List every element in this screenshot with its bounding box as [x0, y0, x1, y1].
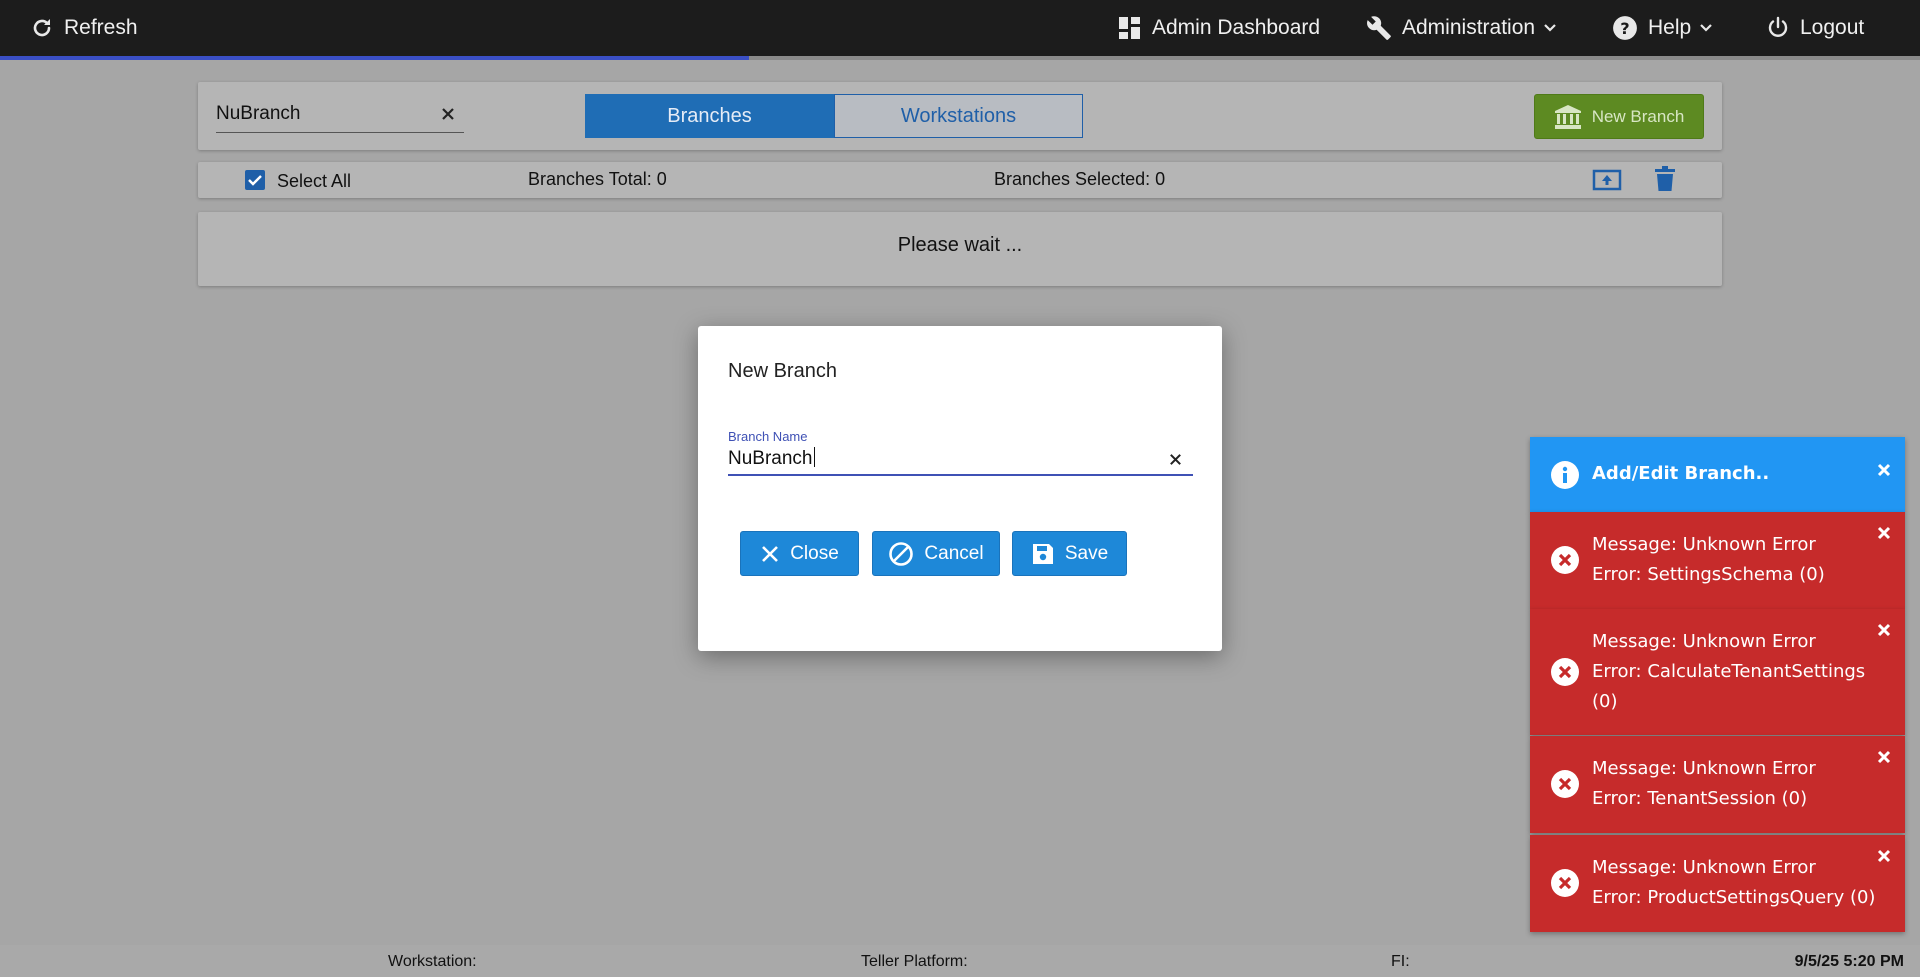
toast-line: Message: Unknown Error	[1592, 631, 1816, 652]
select-all-checkbox[interactable]	[245, 170, 265, 190]
administration-label: Administration	[1402, 16, 1536, 39]
toast-close-icon[interactable]	[1877, 750, 1891, 764]
datetime-text: 9/5/25 5:20 PM	[1794, 953, 1904, 970]
x-circle-icon	[1551, 770, 1579, 798]
branches-total-text: Branches Total: 0	[528, 169, 667, 189]
branch-name-label: Branch Name	[728, 429, 808, 444]
branches-selected-text: Branches Selected: 0	[994, 169, 1166, 189]
admin-dashboard-label: Admin Dashboard	[1152, 16, 1321, 39]
branch-name-value: NuBranch	[728, 448, 813, 469]
toast-line: Message: Unknown Error	[1592, 758, 1816, 779]
checkmark-icon	[248, 175, 262, 186]
refresh-label: Refresh	[64, 16, 138, 39]
select-all-label: Select All	[277, 171, 352, 191]
bank-icon	[1554, 104, 1581, 129]
workstation-label: Workstation:	[388, 953, 477, 970]
new-branch-dialog: New Branch Branch Name NuBranch Close Ca…	[698, 326, 1222, 651]
text-caret	[813, 447, 815, 467]
new-branch-button[interactable]: New Branch	[1534, 94, 1704, 139]
refresh-button[interactable]: Refresh	[30, 0, 138, 56]
status-footer: Workstation: Teller Platform: FI: 9/5/25…	[0, 945, 1920, 977]
x-icon	[762, 545, 779, 562]
toast-close-icon[interactable]	[1877, 526, 1891, 540]
cancel-button[interactable]: Cancel	[872, 531, 1000, 576]
x-circle-icon	[1551, 546, 1579, 574]
toast-info: Add/Edit Branch..	[1530, 437, 1905, 512]
administration-menu[interactable]: Administration	[1366, 0, 1557, 56]
toast-line: Message: Unknown Error	[1592, 857, 1816, 878]
teller-platform-label: Teller Platform:	[861, 953, 968, 970]
toast-line: Error: ProductSettingsQuery (0)	[1592, 887, 1876, 908]
logout-button[interactable]: Logout	[1766, 0, 1864, 56]
toast-close-icon[interactable]	[1877, 623, 1891, 637]
refresh-icon	[33, 19, 51, 37]
toast-line: (0)	[1592, 691, 1618, 712]
power-icon	[1768, 16, 1788, 37]
trash-icon[interactable]	[1654, 166, 1676, 192]
toast-line: Error: TenantSession (0)	[1592, 788, 1808, 809]
tab-workstations-label: Workstations	[900, 104, 1017, 127]
toast-error: Message: Unknown Error Error: SettingsSc…	[1530, 512, 1905, 609]
clear-filter-icon[interactable]	[440, 106, 456, 122]
help-label: Help	[1648, 16, 1692, 39]
toast-line: Error: SettingsSchema (0)	[1592, 564, 1825, 585]
fi-label: FI:	[1391, 953, 1410, 970]
floppy-disk-icon	[1032, 543, 1053, 564]
question-circle-icon: ?	[1613, 16, 1637, 40]
admin-dashboard-link[interactable]: Admin Dashboard	[1118, 0, 1320, 56]
close-button[interactable]: Close	[740, 531, 859, 576]
x-circle-icon	[1551, 869, 1579, 897]
toast-close-icon[interactable]	[1877, 463, 1891, 477]
close-button-label: Close	[790, 542, 839, 564]
x-circle-icon	[1551, 658, 1579, 686]
branch-name-input[interactable]: NuBranch	[728, 444, 1193, 476]
loading-progress-bar	[0, 56, 1920, 60]
branch-filter-input[interactable]: NuBranch	[216, 100, 464, 133]
loading-progress-fill	[0, 56, 749, 60]
toast-message: Message: Unknown Error Error: TenantSess…	[1592, 754, 1816, 814]
ban-icon	[889, 541, 914, 566]
toast-line: Message: Unknown Error	[1592, 534, 1816, 555]
chevron-down-icon	[1544, 24, 1556, 32]
tab-branches[interactable]: Branches	[585, 94, 834, 138]
new-branch-label: New Branch	[1591, 106, 1685, 126]
info-circle-icon	[1551, 461, 1579, 489]
svg-text:?: ?	[1620, 19, 1629, 38]
tab-branches-label: Branches	[667, 104, 752, 127]
dashboard-grid-icon	[1119, 17, 1140, 39]
toast-line: Error: CalculateTenantSettings	[1592, 661, 1866, 682]
toast-message: Add/Edit Branch..	[1592, 463, 1770, 484]
toast-error: Message: Unknown Error Error: ProductSet…	[1530, 835, 1905, 932]
save-button-label: Save	[1064, 542, 1109, 564]
logout-label: Logout	[1800, 16, 1865, 39]
branch-name-value-wrap: NuBranch	[728, 447, 815, 470]
toast-message: Message: Unknown Error Error: ProductSet…	[1592, 853, 1875, 913]
top-navigation-bar: Refresh Admin Dashboard Administration ?…	[0, 0, 1920, 56]
clear-input-icon[interactable]	[1168, 452, 1183, 467]
dialog-title: New Branch	[728, 360, 837, 382]
chevron-down-icon	[1700, 24, 1712, 32]
toast-message: Message: Unknown Error Error: CalculateT…	[1592, 627, 1865, 717]
save-button[interactable]: Save	[1012, 531, 1127, 576]
branch-filter-value: NuBranch	[216, 103, 301, 124]
toast-error: Message: Unknown Error Error: CalculateT…	[1530, 609, 1905, 735]
toast-close-icon[interactable]	[1877, 849, 1891, 863]
toast-error: Message: Unknown Error Error: TenantSess…	[1530, 736, 1905, 833]
upload-icon[interactable]	[1592, 168, 1622, 192]
toast-message: Message: Unknown Error Error: SettingsSc…	[1592, 530, 1825, 590]
tab-workstations[interactable]: Workstations	[834, 94, 1083, 138]
help-menu[interactable]: ? Help	[1612, 0, 1713, 56]
wrench-icon	[1367, 16, 1391, 40]
list-header-panel	[198, 162, 1722, 198]
cancel-button-label: Cancel	[924, 542, 984, 564]
loading-message: Please wait ...	[897, 234, 1023, 256]
